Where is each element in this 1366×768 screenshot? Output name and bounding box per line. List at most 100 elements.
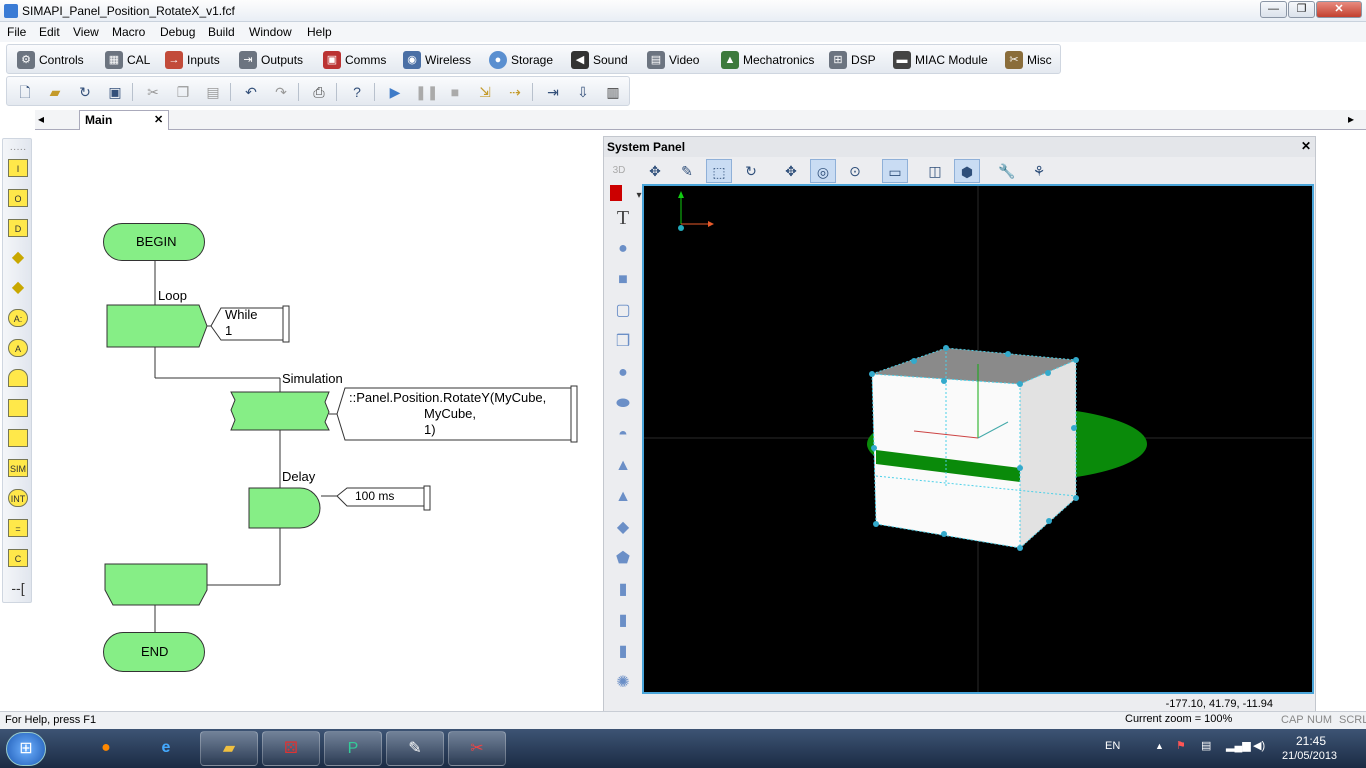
print-icon[interactable]: ⎙: [309, 82, 329, 102]
loop-end-shape[interactable]: [104, 563, 208, 606]
loop-icon[interactable]: [8, 369, 28, 387]
action-center-icon[interactable]: ⚑: [1176, 739, 1186, 752]
publisher-icon[interactable]: P: [324, 731, 382, 766]
c-code-icon[interactable]: C: [8, 549, 28, 567]
tab-main[interactable]: Main ✕: [79, 110, 169, 130]
menu-debug[interactable]: Debug: [160, 25, 195, 39]
loop-start-shape[interactable]: [106, 304, 208, 348]
rotate-icon[interactable]: ↻: [738, 159, 764, 183]
redo-icon[interactable]: ↷: [271, 82, 291, 102]
move-icon[interactable]: ✥: [642, 159, 668, 183]
menu-help[interactable]: Help: [307, 25, 332, 39]
step-over-icon[interactable]: ⇢: [505, 82, 525, 102]
menu-macro[interactable]: Macro: [112, 25, 145, 39]
end-terminal[interactable]: END: [103, 632, 205, 672]
ellipsoid-icon[interactable]: ⬬: [612, 393, 634, 415]
network-icon[interactable]: ▤: [1201, 739, 1211, 752]
comment-icon[interactable]: --[: [8, 579, 28, 597]
gear-shape-icon[interactable]: ✺: [612, 672, 634, 694]
step-into-icon[interactable]: ⇲: [475, 82, 495, 102]
internet-explorer-icon[interactable]: e: [137, 731, 195, 766]
video-button[interactable]: ▤ Video: [647, 49, 699, 71]
output-icon[interactable]: O: [8, 189, 28, 207]
tray-expand-icon[interactable]: ▲: [1155, 741, 1164, 751]
cube-icon[interactable]: ❒: [612, 331, 634, 353]
download-icon[interactable]: ⇩: [573, 82, 593, 102]
menu-file[interactable]: File: [7, 25, 26, 39]
refresh-icon[interactable]: ↻: [75, 82, 95, 102]
minimize-button[interactable]: —: [1260, 1, 1287, 18]
pencil-icon[interactable]: ✎: [674, 159, 700, 183]
dice-app-icon[interactable]: ⚄: [262, 731, 320, 766]
volume-icon[interactable]: ◀): [1253, 739, 1265, 752]
begin-terminal[interactable]: BEGIN: [103, 223, 205, 261]
view-3d-toggle[interactable]: 3D: [606, 159, 632, 183]
circle-icon[interactable]: ●: [612, 238, 634, 260]
simulation-shape[interactable]: [230, 391, 330, 431]
input-icon[interactable]: I: [8, 159, 28, 177]
sound-button[interactable]: ◀ Sound: [571, 49, 628, 71]
interrupt-icon[interactable]: INT: [8, 489, 28, 507]
outputs-button[interactable]: ⇥ Outputs: [239, 49, 303, 71]
goto-icon[interactable]: A: [8, 339, 28, 357]
firefox-icon[interactable]: ●: [77, 731, 135, 766]
flowchart-canvas[interactable]: BEGIN Loop While 1 Simulation ::Panel.Po…: [35, 130, 605, 707]
compile-icon[interactable]: ⇥: [543, 82, 563, 102]
text-tool[interactable]: T: [612, 207, 634, 229]
macro-icon[interactable]: [8, 399, 28, 417]
color-picker[interactable]: [610, 185, 622, 201]
pan-icon[interactable]: ✥: [778, 159, 804, 183]
menu-view[interactable]: View: [73, 25, 99, 39]
component-macro-icon[interactable]: [8, 429, 28, 447]
play-icon[interactable]: ▶: [385, 82, 405, 102]
octahedron-icon[interactable]: ◆: [612, 517, 634, 539]
cylinder-icon[interactable]: ▮: [612, 579, 634, 601]
square-icon[interactable]: ■: [612, 269, 634, 291]
controls-button[interactable]: ⚙ Controls: [17, 49, 84, 71]
camera-icon[interactable]: ◫: [922, 159, 948, 183]
storage-button[interactable]: ● Storage: [489, 49, 553, 71]
paint-icon[interactable]: ✎: [386, 731, 444, 766]
stop-icon[interactable]: ■: [445, 82, 465, 102]
cone-icon[interactable]: ▲: [612, 455, 634, 477]
help-icon[interactable]: ?: [347, 82, 367, 102]
switch-icon[interactable]: ◆: [8, 279, 28, 297]
hemisphere-icon[interactable]: ◓: [612, 424, 634, 446]
snipping-tool-icon[interactable]: ✂: [448, 731, 506, 766]
start-button[interactable]: ⊞: [6, 732, 46, 766]
tab-close-icon[interactable]: ✕: [154, 113, 163, 126]
panel-view-icon[interactable]: ▭: [882, 159, 908, 183]
cal-button[interactable]: ▦ CAL: [105, 49, 150, 71]
menu-edit[interactable]: Edit: [39, 25, 60, 39]
dsp-button[interactable]: ⊞ DSP: [829, 49, 876, 71]
cut-icon[interactable]: ✂: [143, 82, 163, 102]
select-icon[interactable]: ⬚: [706, 159, 732, 183]
system-panel-close-icon[interactable]: ✕: [1301, 139, 1311, 153]
sphere-icon[interactable]: ●: [612, 362, 634, 384]
components-tree-icon[interactable]: ⚘: [1026, 159, 1052, 183]
menu-build[interactable]: Build: [208, 25, 235, 39]
inputs-button[interactable]: → Inputs: [165, 49, 220, 71]
tab-scroll-right[interactable]: ▸: [1348, 112, 1354, 126]
delay-shape[interactable]: [248, 487, 321, 529]
3d-viewport[interactable]: [642, 184, 1314, 694]
copy-icon[interactable]: ❐: [173, 82, 193, 102]
paste-icon[interactable]: ▤: [203, 82, 223, 102]
chip-program-icon[interactable]: ▥: [603, 82, 623, 102]
menu-window[interactable]: Window: [249, 25, 292, 39]
comms-button[interactable]: ▣ Comms: [323, 49, 386, 71]
pyramid-icon[interactable]: ▲: [612, 486, 634, 508]
delay-icon[interactable]: D: [8, 219, 28, 237]
misc-button[interactable]: ✂ Misc: [1005, 49, 1052, 71]
simulation-icon[interactable]: SIM: [8, 459, 28, 477]
clock-time[interactable]: 21:45: [1296, 734, 1326, 748]
tube-icon[interactable]: ▮: [612, 610, 634, 632]
wrench-icon[interactable]: 🔧: [994, 159, 1020, 183]
prism-icon[interactable]: ⬟: [612, 548, 634, 570]
file-explorer-icon[interactable]: ▰: [200, 731, 258, 766]
save-icon[interactable]: ▣: [105, 82, 125, 102]
close-button[interactable]: ✕: [1316, 1, 1362, 18]
tab-scroll-left[interactable]: ◂: [38, 112, 44, 126]
maximize-button[interactable]: ❐: [1288, 1, 1315, 18]
language-indicator[interactable]: EN: [1105, 740, 1120, 752]
